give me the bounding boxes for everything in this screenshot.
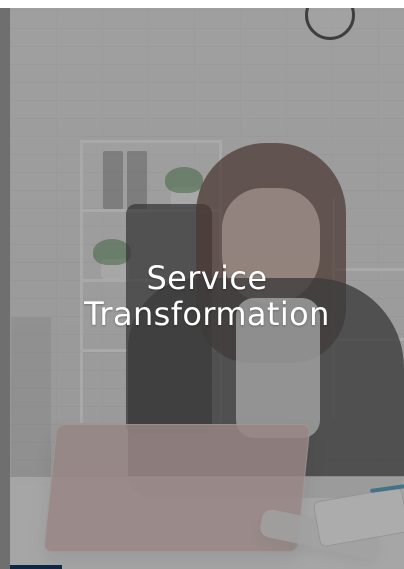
card-title: Service Transformation [10,260,404,332]
left-accent-bar [0,8,10,569]
promo-frame: Service Transformation [0,0,404,569]
card-title-line-2: Transformation [84,295,330,333]
card-title-line-1: Service [146,259,268,297]
bottom-accent-strip [10,565,62,569]
service-card[interactable]: Service Transformation [0,8,404,569]
